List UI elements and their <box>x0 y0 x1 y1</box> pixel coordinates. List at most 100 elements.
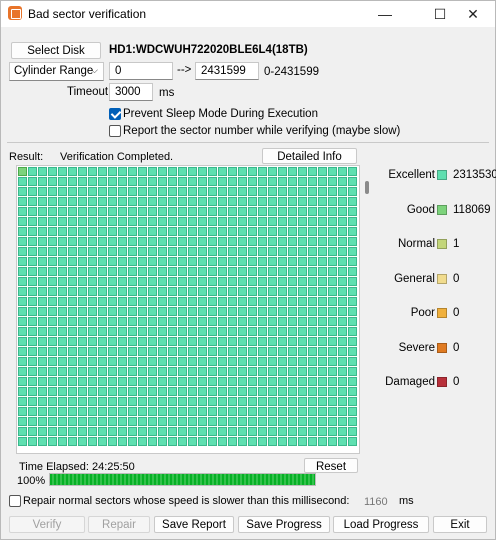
sector-cell <box>28 417 37 426</box>
sector-cell <box>108 217 117 226</box>
sector-cell <box>128 337 137 346</box>
sector-cell <box>198 197 207 206</box>
sector-cell <box>228 267 237 276</box>
sector-cell <box>278 407 287 416</box>
sector-cell <box>138 177 147 186</box>
sector-cell <box>208 227 217 236</box>
sector-cell <box>348 187 357 196</box>
sector-cell <box>178 257 187 266</box>
sector-cell <box>138 227 147 236</box>
reset-button[interactable]: Reset <box>304 458 358 473</box>
legend-label-normal: Normal <box>397 238 435 250</box>
minimize-button[interactable]: — <box>363 1 407 27</box>
sector-cell <box>138 427 147 436</box>
sector-cell <box>288 407 297 416</box>
sector-cell <box>248 287 257 296</box>
report-sector-checkbox[interactable] <box>109 125 121 137</box>
sector-cell <box>208 197 217 206</box>
sector-cell <box>288 197 297 206</box>
sector-cell <box>88 277 97 286</box>
sector-cell <box>188 387 197 396</box>
verify-button[interactable]: Verify <box>9 516 85 533</box>
sector-cell <box>48 167 57 176</box>
sector-cell <box>328 217 337 226</box>
sector-cell <box>118 337 127 346</box>
save-report-button[interactable]: Save Report <box>154 516 234 533</box>
sector-cell <box>338 207 347 216</box>
sector-cell <box>108 187 117 196</box>
sector-cell <box>18 307 27 316</box>
sector-cell <box>98 187 107 196</box>
close-button[interactable]: ✕ <box>451 1 495 27</box>
sector-cell <box>348 397 357 406</box>
sector-cell <box>348 427 357 436</box>
save-progress-button[interactable]: Save Progress <box>238 516 330 533</box>
repair-normal-checkbox[interactable] <box>9 495 21 507</box>
sector-cell <box>268 287 277 296</box>
sector-cell <box>68 287 77 296</box>
sector-cell <box>168 427 177 436</box>
timeout-input[interactable]: 3000 <box>109 83 153 101</box>
sector-cell <box>278 177 287 186</box>
sector-cell <box>218 387 227 396</box>
range-end-input[interactable]: 2431599 <box>195 62 259 80</box>
legend-swatch-general <box>437 274 447 284</box>
sector-cell <box>158 397 167 406</box>
repair-ms-value[interactable]: 1160 <box>364 496 388 508</box>
sector-cell <box>138 437 147 446</box>
sector-cell <box>98 327 107 336</box>
sector-cell <box>258 387 267 396</box>
sector-cell <box>258 167 267 176</box>
sector-cell <box>78 317 87 326</box>
sector-cell <box>108 177 117 186</box>
repair-button[interactable]: Repair <box>88 516 150 533</box>
legend-swatch-normal <box>437 239 447 249</box>
sector-cell <box>298 397 307 406</box>
sector-cell <box>98 197 107 206</box>
sector-cell <box>48 327 57 336</box>
sector-cell <box>88 247 97 256</box>
sector-cell <box>78 257 87 266</box>
sector-cell <box>308 257 317 266</box>
sector-cell <box>138 237 147 246</box>
sector-cell <box>218 327 227 336</box>
sector-cell <box>278 357 287 366</box>
sector-cell <box>348 217 357 226</box>
sector-cell <box>88 387 97 396</box>
sector-cell <box>178 337 187 346</box>
sector-cell <box>328 427 337 436</box>
sector-cell <box>18 267 27 276</box>
range-start-input[interactable]: 0 <box>109 62 173 80</box>
sector-cell <box>118 167 127 176</box>
sector-cell <box>328 167 337 176</box>
sector-cell <box>38 297 47 306</box>
sector-cell <box>28 277 37 286</box>
sector-cell <box>88 257 97 266</box>
sector-cell <box>328 417 337 426</box>
load-progress-button[interactable]: Load Progress <box>333 516 429 533</box>
sector-cell <box>28 367 37 376</box>
legend-label-severe: Severe <box>398 342 435 354</box>
sector-cell <box>138 287 147 296</box>
sector-cell <box>238 337 247 346</box>
app-icon <box>8 6 22 20</box>
sector-cell <box>238 237 247 246</box>
sector-cell <box>198 417 207 426</box>
scrollbar-thumb[interactable] <box>365 181 369 194</box>
detailed-info-button[interactable]: Detailed Info <box>262 148 357 164</box>
prevent-sleep-checkbox[interactable] <box>109 108 121 120</box>
sector-cell <box>138 257 147 266</box>
sector-cell <box>18 237 27 246</box>
sector-cell <box>258 427 267 436</box>
select-disk-button[interactable]: Select Disk <box>11 42 101 59</box>
exit-button[interactable]: Exit <box>433 516 487 533</box>
sector-cell <box>258 207 267 216</box>
range-mode-select[interactable]: Cylinder Range ⌵ <box>9 62 104 81</box>
sector-cell <box>238 407 247 416</box>
sector-cell <box>218 407 227 416</box>
sector-cell <box>118 297 127 306</box>
sector-cell <box>268 187 277 196</box>
sector-cell <box>98 257 107 266</box>
sector-cell <box>18 197 27 206</box>
sector-cell <box>328 327 337 336</box>
